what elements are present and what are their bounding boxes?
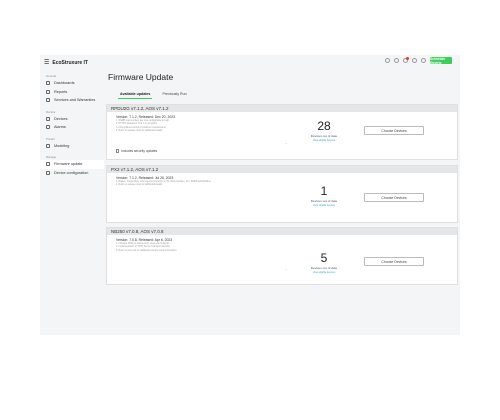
firmware-card: NB250 v7.0.8, AOS v7.0.8 Version: 7.0.8,… [106,227,458,285]
sidebar-item-label: Modeling [54,143,70,148]
version-text: Version: 7.0.8, Released: Apr 6, 2023 [116,238,173,242]
brand: ☰ EcoStruxure IT [44,59,88,67]
firmware-icon [46,162,50,167]
view-eligible-devices-link[interactable]: View eligible devices [297,139,351,142]
release-notes: 1. Includes ability to add security user… [116,243,177,253]
card-header: PX2 v7.1.2, AOS v7.1.2 [107,166,457,173]
help-icon[interactable] [394,58,399,63]
top-bar: ☰ EcoStruxure IT Schneider Electric [40,55,460,69]
card-header: RPDU2G v7.1.2, AOS v7.1.2 [107,105,457,112]
view-eligible-devices-link[interactable]: View eligible devices [297,271,351,274]
card-body: Version: 7.1.2, Released: Jul 26, 2023 1… [107,173,457,224]
tab-bar: Available updates Previously Run [118,91,189,99]
sidebar-item-label: Services and Warranties [54,98,96,103]
version-text: Version: 7.1.2, Released: Jul 26, 2023 [116,176,174,180]
version-text: Version: 7.1.2, Released: Dec 20, 2023 [116,115,175,119]
tab-available-updates[interactable]: Available updates [118,91,153,99]
sidebar-section-label: Predict [46,136,55,141]
expand-icon[interactable]: ⌄ [285,267,288,271]
sidebar-item-label: Devices [54,116,68,121]
sidebar-item-firmware-update[interactable]: Firmware update [40,160,104,169]
sidebar-item-modeling[interactable]: Modeling [40,142,104,151]
card-body: Version: 7.1.2, Released: Dec 20, 2023 1… [107,112,457,161]
note-line: 2. Refer to release notes for additional… [116,184,163,187]
company-logo: Schneider Electric [430,57,452,65]
sidebar-item-devices[interactable]: Devices [40,115,104,124]
page-title: Firmware Update [108,72,174,82]
device-count: 5 [320,251,328,265]
sidebar-item-label: Alarms [54,125,66,130]
sidebar-section-label: General [46,74,56,78]
choose-devices-button[interactable]: Choose Devices [364,193,424,202]
choose-devices-button[interactable]: Choose Devices [364,257,424,266]
main-content: Firmware Update Available updates Previo… [104,69,460,335]
brand-name: EcoStruxure IT [52,59,88,66]
security-updates-checkbox[interactable]: Includes security updates [116,149,157,153]
devices-out-of-date-label: Devices out of date [310,266,338,270]
checkbox-label: Includes security updates [121,149,158,153]
devices-out-of-date-label: Devices out of date [310,199,338,203]
choose-devices-button[interactable]: Choose Devices [364,126,424,135]
card-header: NB250 v7.0.8, AOS v7.0.8 [107,228,457,235]
services-icon [46,98,50,103]
sidebar-section-label: Monitor [46,109,56,114]
sidebar-item-services[interactable]: Services and Warranties [40,96,104,105]
sidebar-item-device-configuration[interactable]: Device configuration [40,169,104,178]
release-notes: 1. Battery Temperature now reported corr… [116,181,211,188]
config-icon [46,170,50,175]
note-line: 3. Refer to your unit for additional sec… [116,249,177,252]
release-notes: 1. SNMP trap numbers are now configurabl… [116,120,169,134]
sidebar-item-label: Reports [54,89,68,94]
search-icon[interactable] [385,58,390,63]
sidebar-item-alarms[interactable]: Alarms [40,123,104,132]
sidebar-item-label: Device configuration [54,170,89,175]
view-eligible-devices-link[interactable]: View eligible devices [297,204,351,207]
alarm-icon [46,125,50,130]
checkbox-box[interactable] [116,149,120,153]
notification-icon[interactable] [403,57,409,63]
firmware-card: PX2 v7.1.2, AOS v7.1.2 Version: 7.1.2, R… [106,165,458,223]
hamburger-icon[interactable]: ☰ [44,59,49,66]
note-line: 4. Refer to release notes for additional… [116,130,163,133]
sidebar-item-reports[interactable]: Reports [40,88,104,97]
settings-icon[interactable] [412,58,417,63]
device-icon [46,116,50,121]
device-count: 28 [317,119,331,133]
expand-icon[interactable]: ⌄ [285,141,288,145]
report-icon [46,89,50,94]
card-body: Version: 7.0.8, Released: Apr 6, 2023 1.… [107,235,457,286]
device-count: 1 [320,184,328,198]
sidebar-item-dashboards[interactable]: Dashboards [40,79,104,88]
sidebar-item-label: Firmware update [54,162,83,167]
app-window: ☰ EcoStruxure IT Schneider Electric Gene… [40,55,460,335]
sidebar-item-label: Dashboards [54,81,75,86]
firmware-card: RPDU2G v7.1.2, AOS v7.1.2 Version: 7.1.2… [106,104,458,160]
sidebar-section-label: Manage [46,155,57,159]
top-icons: Schneider Electric [385,57,452,65]
dashboard-icon [46,81,50,86]
sidebar: General Dashboards Reports Services and … [40,69,104,335]
user-icon[interactable] [421,58,426,63]
tab-previously-run[interactable]: Previously Run [160,91,188,99]
devices-out-of-date-label: Devices out of date [310,134,338,138]
modeling-icon [46,143,50,148]
